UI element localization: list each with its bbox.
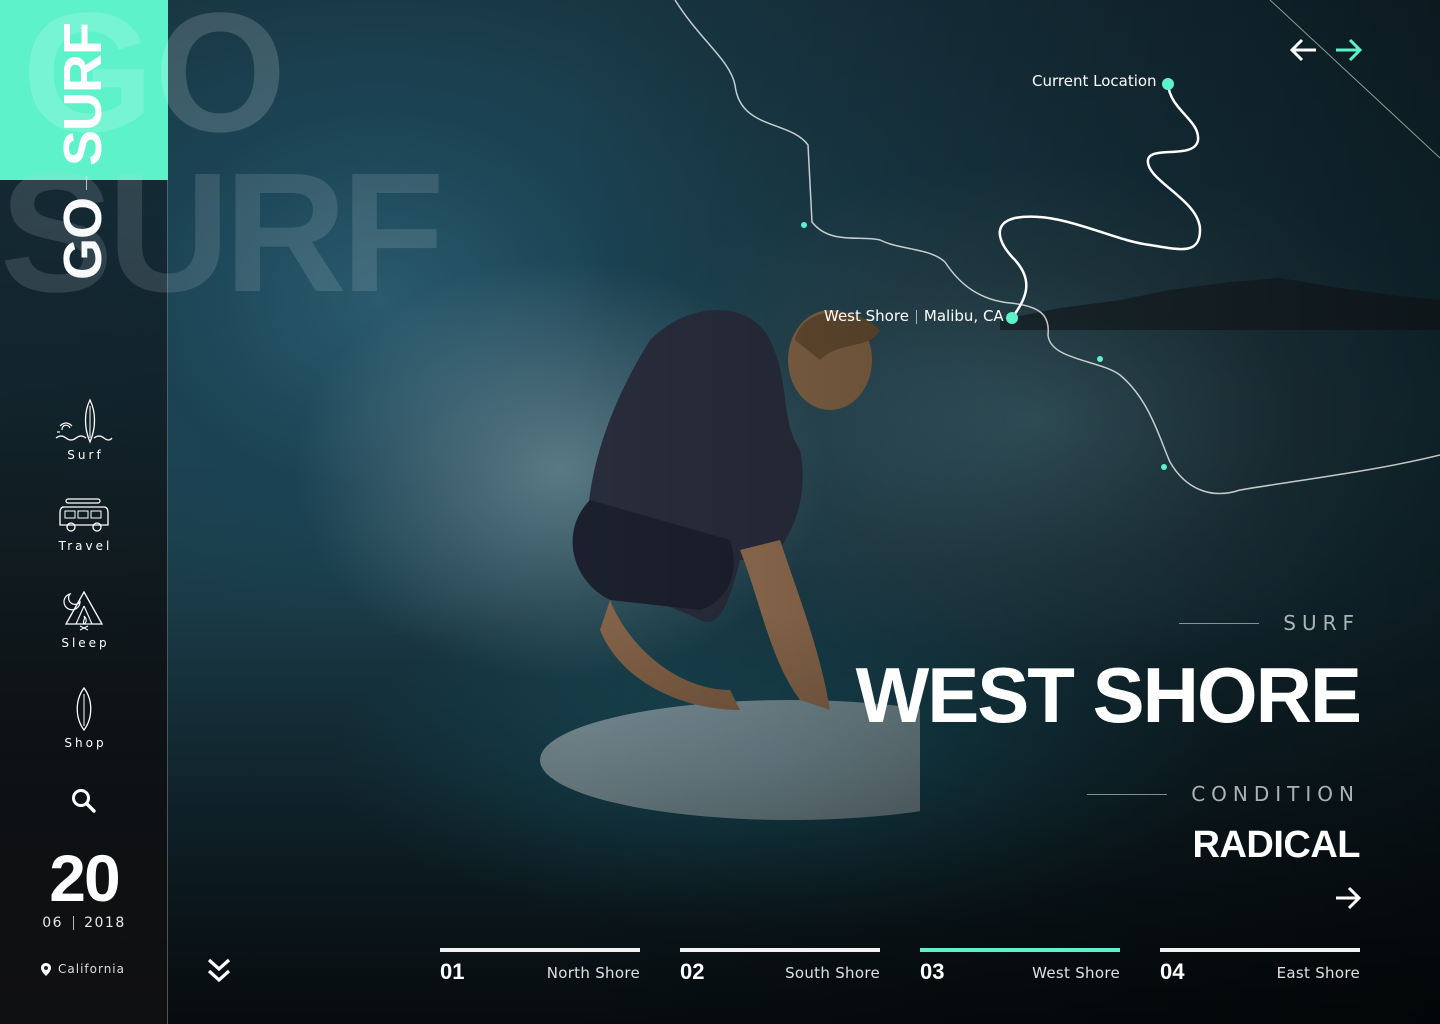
tab-bar: [920, 948, 1120, 952]
tab-number: 03: [920, 959, 945, 984]
surfboard-beach-icon: [55, 398, 113, 444]
condition-label: CONDITION: [1087, 782, 1360, 806]
kicker-line: [1179, 622, 1260, 624]
scroll-down-icon[interactable]: [205, 956, 233, 986]
hero-title: WEST SHORE: [855, 651, 1362, 739]
current-location-pin: [1162, 78, 1174, 90]
map-dot: [1097, 356, 1103, 362]
date-day: 20: [49, 841, 120, 915]
nav-item-surf[interactable]: Surf: [34, 398, 134, 462]
nav-item-travel[interactable]: Travel: [34, 497, 134, 553]
tab-south-shore[interactable]: 02 South Shore: [680, 948, 880, 988]
tab-east-shore[interactable]: 04 East Shore: [1160, 948, 1360, 988]
divider: [73, 916, 75, 930]
tab-name: East Shore: [1276, 964, 1360, 982]
camper-van-icon: [59, 498, 109, 532]
surfboard-icon: [76, 686, 92, 732]
diagonal-line: [1269, 0, 1440, 159]
date-year: 2018: [84, 915, 126, 931]
nav-label-surf: Surf: [67, 448, 104, 462]
nav-label-sleep: Sleep: [61, 636, 110, 650]
tent-icon: [63, 590, 104, 631]
spot-name: West Shore: [824, 307, 909, 325]
kicker-text: SURF: [1283, 611, 1360, 635]
current-location-label[interactable]: Current Location: [1032, 72, 1157, 90]
condition-value: RADICAL: [1192, 824, 1361, 866]
tab-bar: [680, 948, 880, 952]
nav-item-shop[interactable]: Shop: [34, 686, 134, 750]
nav-label-shop: Shop: [64, 736, 107, 750]
condition-line: [1087, 793, 1168, 795]
tab-number: 04: [1160, 959, 1185, 984]
location-label: California: [58, 962, 125, 976]
tab-bar: [440, 948, 640, 952]
date-month: 06: [42, 915, 64, 931]
route-path: [998, 83, 1202, 319]
tab-name: West Shore: [1032, 964, 1120, 982]
hero-kicker: SURF: [1179, 611, 1360, 635]
tab-number: 02: [680, 959, 705, 984]
spot-place: Malibu, CA: [923, 307, 1004, 325]
nav-item-sleep[interactable]: Sleep: [34, 588, 134, 650]
go-arrow-icon[interactable]: [1334, 885, 1362, 911]
tab-name: North Shore: [546, 964, 640, 982]
tab-west-shore[interactable]: 03 West Shore: [920, 948, 1120, 988]
location-pin-icon: [41, 962, 51, 976]
location[interactable]: California: [41, 962, 125, 976]
map-dot: [1161, 464, 1167, 470]
tab-bar: [1160, 948, 1360, 952]
map-dot: [801, 222, 807, 228]
prev-arrow-icon[interactable]: [1289, 37, 1319, 63]
nav-label-travel: Travel: [58, 539, 113, 553]
spot-label[interactable]: West Shore Malibu, CA: [824, 307, 1004, 325]
tab-number: 01: [440, 959, 465, 984]
tab-north-shore[interactable]: 01 North Shore: [440, 948, 640, 988]
search-icon[interactable]: [70, 787, 98, 815]
next-arrow-icon[interactable]: [1333, 37, 1363, 63]
ghost-surf-text: SURF: [0, 138, 445, 328]
divider: [915, 309, 917, 324]
tab-name: South Shore: [785, 964, 880, 982]
condition-label-text: CONDITION: [1191, 782, 1360, 806]
west-shore-pin: [1006, 312, 1018, 324]
date-month-year: 06 2018: [0, 915, 168, 931]
